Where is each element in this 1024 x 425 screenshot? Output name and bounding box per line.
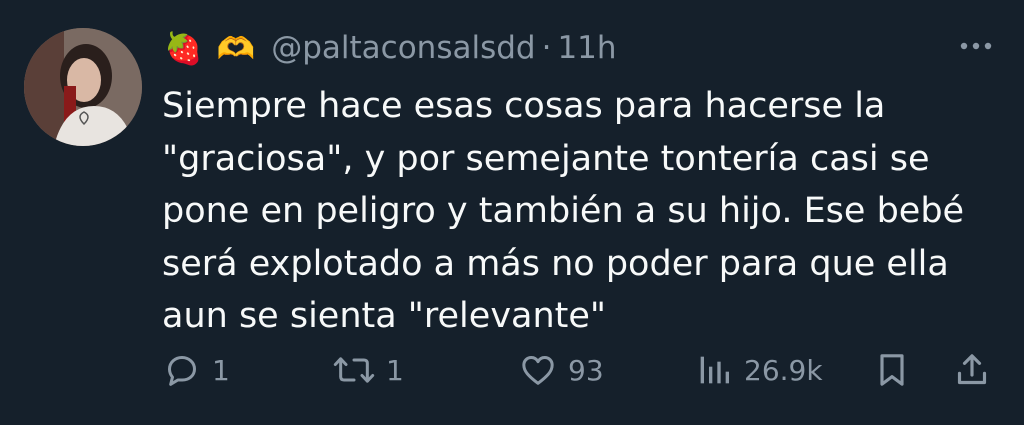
heart-hands-emoji: 🫶 xyxy=(216,30,256,67)
strawberry-emoji: 🍓 xyxy=(164,30,203,67)
retweet-icon xyxy=(333,357,375,383)
author-handle[interactable]: @paltaconsalsdd xyxy=(271,30,535,66)
tweet-text-line: pone en peligro y también a su hijo. Ese… xyxy=(162,191,965,231)
tweet-header: 🍓 🫶 @paltaconsalsdd · 11h xyxy=(164,20,617,76)
more-options-button[interactable] xyxy=(956,34,996,58)
tweet-text-line: "graciosa", y por semejante tontería cas… xyxy=(162,138,930,179)
retweet-count: 1 xyxy=(386,353,404,387)
share-button[interactable] xyxy=(952,346,992,394)
views-bar-chart-icon xyxy=(700,356,729,384)
avatar-photo xyxy=(24,28,142,146)
timestamp[interactable]: 11h xyxy=(557,30,616,66)
bookmark-button[interactable] xyxy=(872,346,912,394)
action-bar: 1 1 93 26.9k xyxy=(160,346,1000,394)
more-horizontal-icon xyxy=(960,42,992,50)
bookmark-icon xyxy=(880,354,904,386)
separator-dot: · xyxy=(541,30,552,66)
heart-icon xyxy=(522,356,554,385)
views-count: 26.9k xyxy=(744,353,823,387)
like-button[interactable]: 93 xyxy=(518,346,604,394)
retweet-button[interactable]: 1 xyxy=(332,346,404,394)
share-upload-icon xyxy=(957,354,987,385)
reply-bubble-icon xyxy=(168,356,196,386)
reply-count: 1 xyxy=(212,353,230,387)
like-count: 93 xyxy=(568,353,604,387)
tweet-text-line: será explotado a más no poder para que e… xyxy=(162,243,949,284)
tweet-text-line: aun se sienta "relevante" xyxy=(162,296,607,336)
views-button[interactable]: 26.9k xyxy=(694,346,823,394)
tweet-text-line: Siempre hace esas cosas para hacerse la xyxy=(162,86,886,126)
reply-button[interactable]: 1 xyxy=(162,346,230,394)
avatar[interactable] xyxy=(24,28,142,146)
tweet-text: Siempre hace esas cosas para hacerse la … xyxy=(162,80,982,343)
tweet-card: 🍓 🫶 @paltaconsalsdd · 11h Siempre hace e… xyxy=(0,0,1024,425)
